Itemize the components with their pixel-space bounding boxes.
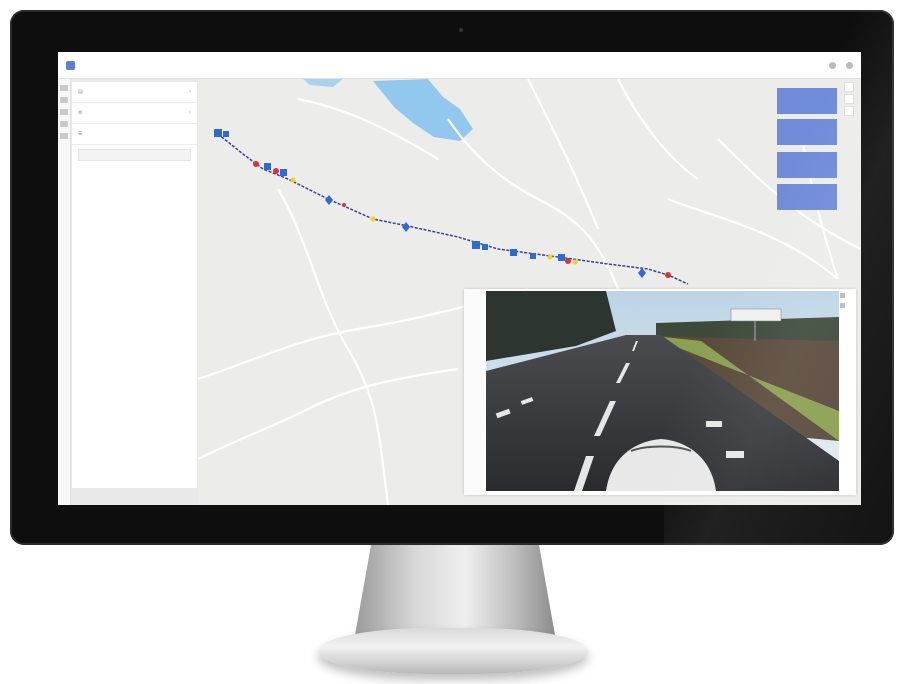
marker-yellow[interactable] bbox=[547, 254, 553, 260]
pond bbox=[303, 79, 343, 87]
marker-red[interactable] bbox=[253, 161, 259, 167]
road bbox=[198, 367, 459, 460]
marker-blue[interactable] bbox=[214, 129, 222, 137]
toolbar-filter-icon[interactable] bbox=[60, 97, 68, 103]
app-logo[interactable] bbox=[66, 60, 78, 70]
marker-red[interactable] bbox=[565, 258, 571, 264]
marker-blue[interactable] bbox=[530, 253, 536, 259]
marker-blue[interactable] bbox=[223, 131, 229, 137]
left-toolbar bbox=[58, 79, 71, 505]
panel-search-input[interactable] bbox=[78, 149, 191, 161]
monitor: ▤ › ⚙ › ☰ bbox=[10, 10, 894, 545]
marker-blue[interactable] bbox=[482, 244, 488, 250]
marker-blue[interactable] bbox=[325, 195, 333, 205]
panel-row-filter[interactable]: ⚙ › bbox=[72, 103, 197, 124]
left-panel: ▤ › ⚙ › ☰ bbox=[72, 82, 198, 488]
marker-blue[interactable] bbox=[280, 169, 287, 176]
toolbar-layers-icon[interactable] bbox=[60, 85, 68, 91]
panel-row-list[interactable]: ☰ bbox=[72, 124, 197, 145]
monitor-stand-neck bbox=[355, 545, 555, 635]
layers-icon: ▤ bbox=[78, 89, 83, 95]
viewer-sidebar bbox=[464, 289, 484, 495]
panel-row-layers[interactable]: ▤ › bbox=[72, 82, 197, 103]
screen-gloss bbox=[664, 10, 894, 545]
toolbar-list-icon[interactable] bbox=[60, 109, 68, 115]
logo-icon bbox=[66, 60, 75, 70]
road bbox=[447, 118, 620, 290]
marker-blue[interactable] bbox=[264, 163, 271, 170]
marker-yellow[interactable] bbox=[370, 216, 376, 222]
marker-blue[interactable] bbox=[402, 222, 410, 232]
marker-yellow[interactable] bbox=[290, 177, 296, 183]
marker-red[interactable] bbox=[342, 203, 346, 207]
list-icon: ☰ bbox=[78, 131, 83, 137]
monitor-stand-base bbox=[318, 628, 588, 674]
marker-blue[interactable] bbox=[558, 254, 565, 261]
filter-icon: ⚙ bbox=[78, 110, 83, 116]
toolbar-settings-icon[interactable] bbox=[60, 133, 68, 139]
road bbox=[527, 79, 600, 230]
marker-blue[interactable] bbox=[472, 241, 480, 249]
marker-blue[interactable] bbox=[638, 268, 646, 278]
toolbar-chart-icon[interactable] bbox=[60, 121, 68, 127]
chevron-right-icon: › bbox=[189, 110, 191, 116]
marker-red[interactable] bbox=[273, 168, 279, 174]
road bbox=[277, 188, 390, 505]
chevron-right-icon: › bbox=[189, 89, 191, 95]
marker-yellow[interactable] bbox=[572, 259, 578, 265]
marker-blue[interactable] bbox=[510, 249, 517, 256]
webcam bbox=[459, 28, 463, 32]
